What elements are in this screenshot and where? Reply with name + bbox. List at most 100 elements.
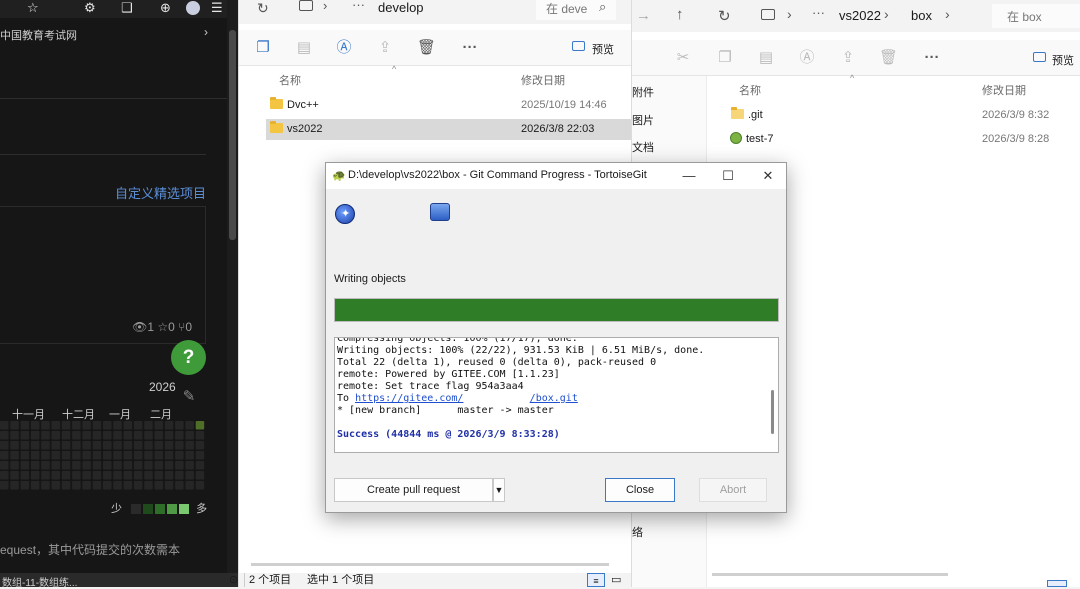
share-icon[interactable]: ⇪ (839, 49, 857, 67)
monitor-icon[interactable] (299, 0, 313, 11)
divider (244, 573, 245, 587)
copy-icon[interactable]: ❐ (254, 39, 272, 57)
close-button[interactable]: Close (605, 478, 675, 502)
cut-icon[interactable]: ✂ (674, 49, 692, 67)
file-row-selected[interactable]: vs2022 2026/3/8 22:03 (266, 119, 632, 140)
breadcrumb-box[interactable]: box (911, 8, 932, 23)
progress-bar (334, 298, 779, 322)
contribution-cell (10, 451, 19, 460)
breadcrumb-develop[interactable]: develop (378, 0, 424, 15)
month-label: 十二月 (62, 409, 95, 421)
favorite-icon[interactable]: ☆ (27, 0, 39, 16)
forward-icon[interactable]: → (636, 7, 651, 24)
collections-icon[interactable]: ❑ (121, 0, 133, 16)
monitor-icon[interactable] (761, 9, 775, 20)
contribution-cell (10, 441, 19, 450)
more-path-icon[interactable]: ··· (812, 5, 825, 20)
contribution-cell (123, 441, 133, 450)
download-icon[interactable]: ⊕ (160, 0, 171, 16)
rename-icon[interactable]: Ⓐ (335, 39, 353, 57)
horizontal-scrollbar[interactable] (251, 563, 609, 566)
contribution-cell (133, 431, 143, 440)
custom-pinned-link[interactable]: 自定义精选项目 (115, 183, 206, 202)
browser-scrollbar[interactable] (227, 0, 238, 587)
contribution-cell (103, 481, 112, 490)
create-pull-request-button[interactable]: Create pull request (334, 478, 493, 502)
chevron-right-icon[interactable]: › (204, 25, 208, 39)
paste-icon[interactable]: ▤ (757, 49, 775, 67)
copy-icon[interactable]: ❐ (716, 49, 734, 67)
contribution-cell (103, 461, 112, 470)
contribution-cell (61, 421, 71, 430)
output-log[interactable]: Compressing objects: 100% (17/17), done.… (334, 337, 779, 453)
extensions-icon[interactable]: ⚙ (84, 0, 96, 16)
maximize-button[interactable]: ☐ (714, 166, 742, 186)
chevron-right-icon: › (884, 6, 889, 22)
contribution-cell (144, 471, 153, 480)
column-date[interactable]: 修改日期 (982, 82, 1026, 98)
file-row[interactable]: .git 2026/3/9 8:32 (727, 105, 1080, 126)
contribution-cell (30, 441, 40, 450)
help-button[interactable]: ? (171, 340, 206, 375)
preview-icon[interactable] (1033, 52, 1046, 62)
repo-url-link[interactable]: https://gitee.com/ (355, 393, 463, 404)
log-line: Compressing objects: 100% (17/17), done. (337, 337, 578, 344)
share-icon[interactable]: ⇪ (376, 39, 394, 57)
contribution-cell (41, 451, 50, 460)
contribution-cell (154, 451, 163, 460)
contribution-cell (10, 471, 19, 480)
abort-button[interactable]: Abort (699, 478, 767, 502)
contribution-cell (0, 471, 9, 480)
contribution-cell (92, 451, 102, 460)
paste-icon[interactable]: ▤ (295, 39, 313, 57)
contribution-cell (82, 451, 91, 460)
file-row[interactable]: Dvc++ 2025/10/19 14:46 (266, 95, 632, 116)
refresh-icon[interactable]: ↻ (718, 7, 731, 25)
edit-icon[interactable]: ✎ (176, 384, 202, 410)
contribution-cell (195, 471, 205, 480)
nav-item[interactable]: 络 (632, 524, 643, 540)
breadcrumb-vs2022[interactable]: vs2022 (839, 8, 881, 23)
contribution-cell (185, 421, 194, 430)
delete-icon[interactable]: 🗑 (417, 39, 436, 57)
contribution-cell (0, 441, 9, 450)
details-view-icon[interactable] (1047, 580, 1067, 587)
contribution-cell (41, 431, 50, 440)
nav-item[interactable]: 图片 (632, 112, 654, 128)
more-icon[interactable]: ··· (923, 49, 941, 67)
nav-item[interactable]: 附件 (632, 84, 654, 100)
bookmark-item[interactable]: 中国教育考试网 (0, 27, 77, 43)
chevron-right-icon: › (323, 0, 328, 13)
dropdown-arrow-icon[interactable]: ▼ (493, 478, 505, 502)
status-icon: ⊙ (229, 574, 239, 586)
search-input[interactable]: 在 box (992, 4, 1080, 28)
column-date[interactable]: 修改日期 (521, 72, 565, 88)
contribution-cell (113, 441, 122, 450)
more-icon[interactable]: ··· (461, 39, 479, 57)
preview-label[interactable]: 预览 (592, 41, 614, 57)
refresh-icon[interactable]: ↻ (257, 0, 269, 17)
log-scrollbar[interactable] (769, 338, 777, 452)
details-view-icon[interactable]: ≡ (587, 573, 605, 587)
address-bar: ↻ › ··· develop 在 deve ⌕ (239, 0, 632, 24)
close-window-button[interactable]: ✕ (754, 166, 782, 186)
column-name[interactable]: 名称 (739, 82, 761, 98)
more-path-icon[interactable]: ··· (352, 0, 365, 12)
tiles-view-icon[interactable]: ▭ (611, 573, 621, 587)
preview-label[interactable]: 预览 (1052, 52, 1074, 68)
delete-icon[interactable]: 🗑 (879, 49, 898, 67)
chevron-right-icon: › (787, 6, 792, 22)
nav-item[interactable]: 文档 (632, 139, 654, 155)
column-name[interactable]: 名称 (279, 72, 301, 88)
minimize-button[interactable]: — (675, 166, 703, 186)
file-row[interactable]: test-7 2026/3/9 8:28 (727, 129, 1080, 150)
folder-icon (731, 107, 744, 119)
profile-avatar[interactable] (186, 1, 200, 15)
rename-icon[interactable]: Ⓐ (798, 49, 816, 67)
preview-icon[interactable] (572, 41, 585, 51)
contribution-cell (103, 471, 112, 480)
up-icon[interactable]: ↑ (676, 6, 684, 23)
repo-git-link[interactable]: /box.git (530, 393, 578, 404)
menu-icon[interactable]: ☰ (211, 0, 223, 16)
horizontal-scrollbar[interactable] (712, 573, 948, 576)
